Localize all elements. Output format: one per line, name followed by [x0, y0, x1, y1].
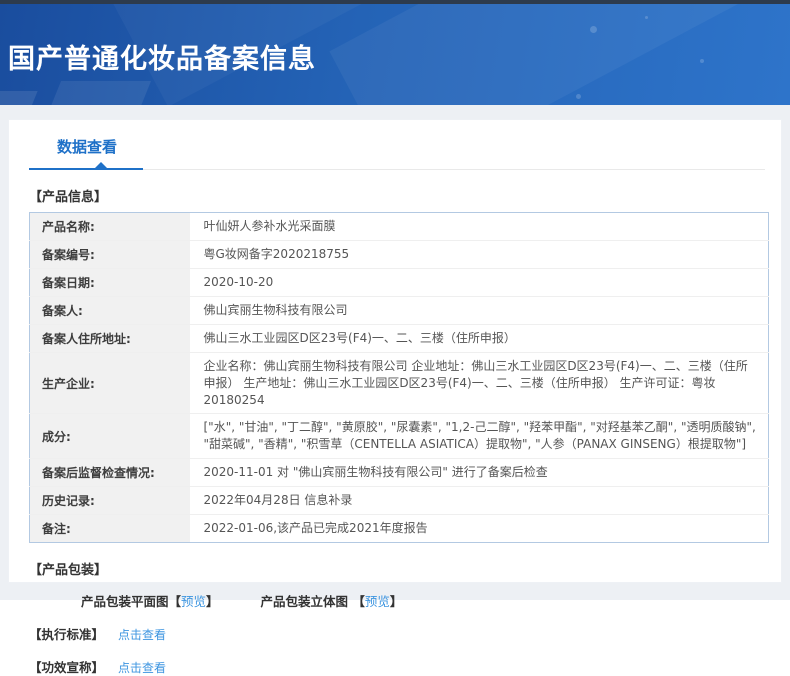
row-value: 佛山宾丽生物科技有限公司 — [189, 296, 769, 325]
product-info-section-title: 【产品信息】 — [29, 190, 108, 205]
row-value: 企业名称：佛山宾丽生物科技有限公司 企业地址：佛山三水工业园区D区23号(F4)… — [189, 352, 769, 415]
row-value: 叶仙妍人参补水光采面膜 — [189, 212, 769, 241]
table-row: 产品名称: 叶仙妍人参补水光采面膜 — [29, 212, 769, 241]
row-label: 备案日期: — [29, 268, 190, 297]
packaging-flat-preview-link[interactable]: 预览 — [181, 594, 206, 609]
table-row: 备案后监督检查情况: 2020-11-01 对 "佛山宾丽生物科技有限公司" 进… — [29, 458, 769, 487]
table-row: 备案日期: 2020-10-20 — [29, 268, 769, 297]
row-label: 备案人: — [29, 296, 190, 325]
banner-decoration — [0, 91, 38, 105]
table-row: 备案人: 佛山宾丽生物科技有限公司 — [29, 296, 769, 325]
row-value: 佛山三水工业园区D区23号(F4)一、二、三楼（住所申报） — [189, 324, 769, 353]
standard-section: 【执行标准】 点击查看 — [29, 624, 781, 643]
row-value: ["水", "甘油", "丁二醇", "黄原胶", "尿囊素", "1,2-己二… — [189, 413, 769, 459]
table-row: 备案人住所地址: 佛山三水工业园区D区23号(F4)一、二、三楼（住所申报） — [29, 324, 769, 353]
row-label: 备注: — [29, 514, 190, 543]
tab-active-arrow-icon — [94, 162, 108, 169]
tab-data-view[interactable]: 数据查看 — [57, 136, 117, 169]
row-label: 产品名称: — [29, 212, 190, 241]
content-card: 数据查看 【产品信息】 产品名称: 叶仙妍人参补水光采面膜 备案编号: 粤G妆网… — [8, 119, 782, 675]
standard-view-link[interactable]: 点击查看 — [118, 628, 166, 642]
row-label: 历史记录: — [29, 486, 190, 515]
row-label: 生产企业: — [29, 352, 190, 415]
packaging-flat-label: 产品包装平面图【 — [81, 593, 182, 609]
packaging-3d-label-close: 】 — [389, 593, 403, 609]
row-value: 2020-10-20 — [189, 268, 769, 297]
tab-bar: 数据查看 — [9, 120, 781, 170]
standard-section-title: 【执行标准】 — [29, 626, 105, 642]
row-label: 备案后监督检查情况: — [29, 458, 190, 487]
efficacy-section: 【功效宣称】 点击查看 — [29, 657, 781, 676]
row-value: 粤G妆网备字2020218755 — [189, 240, 769, 269]
table-row: 历史记录: 2022年04月28日 信息补录 — [29, 486, 769, 515]
row-label: 备案编号: — [29, 240, 190, 269]
table-row: 成分: ["水", "甘油", "丁二醇", "黄原胶", "尿囊素", "1,… — [29, 413, 769, 459]
content-band: 数据查看 【产品信息】 产品名称: 叶仙妍人参补水光采面膜 备案编号: 粤G妆网… — [0, 105, 790, 675]
row-value: 2020-11-01 对 "佛山宾丽生物科技有限公司" 进行了备案后检查 — [189, 458, 769, 487]
table-row: 生产企业: 企业名称：佛山宾丽生物科技有限公司 企业地址：佛山三水工业园区D区2… — [29, 352, 769, 415]
banner-decoration — [48, 81, 152, 105]
efficacy-section-title: 【功效宣称】 — [29, 659, 105, 675]
packaging-3d-item: 产品包装立体图 【预览】 — [261, 594, 403, 609]
table-row: 备案编号: 粤G妆网备字2020218755 — [29, 240, 769, 269]
product-info-table: 产品名称: 叶仙妍人参补水光采面膜 备案编号: 粤G妆网备字2020218755… — [29, 212, 769, 543]
table-row: 备注: 2022-01-06,该产品已完成2021年度报告 — [29, 514, 769, 543]
banner-decoration — [576, 94, 581, 99]
packaging-3d-label: 产品包装立体图 【 — [260, 593, 365, 609]
row-label: 成分: — [29, 413, 190, 459]
row-label: 备案人住所地址: — [29, 324, 190, 353]
packaging-3d-preview-link[interactable]: 预览 — [365, 594, 390, 609]
page-banner: 国产普通化妆品备案信息 — [0, 4, 790, 105]
tab-underline — [29, 162, 765, 170]
row-value: 2022-01-06,该产品已完成2021年度报告 — [203, 521, 428, 536]
page-title: 国产普通化妆品备案信息 — [8, 44, 316, 75]
tab-active-indicator — [29, 168, 143, 170]
packaging-flat-label-close: 】 — [206, 593, 219, 609]
row-value: 2022年04月28日 信息补录 — [189, 486, 769, 515]
packaging-section-title: 【产品包装】 — [29, 562, 108, 578]
efficacy-view-link[interactable]: 点击查看 — [118, 661, 166, 675]
packaging-flat-item: 产品包装平面图【预览】 — [81, 594, 219, 609]
